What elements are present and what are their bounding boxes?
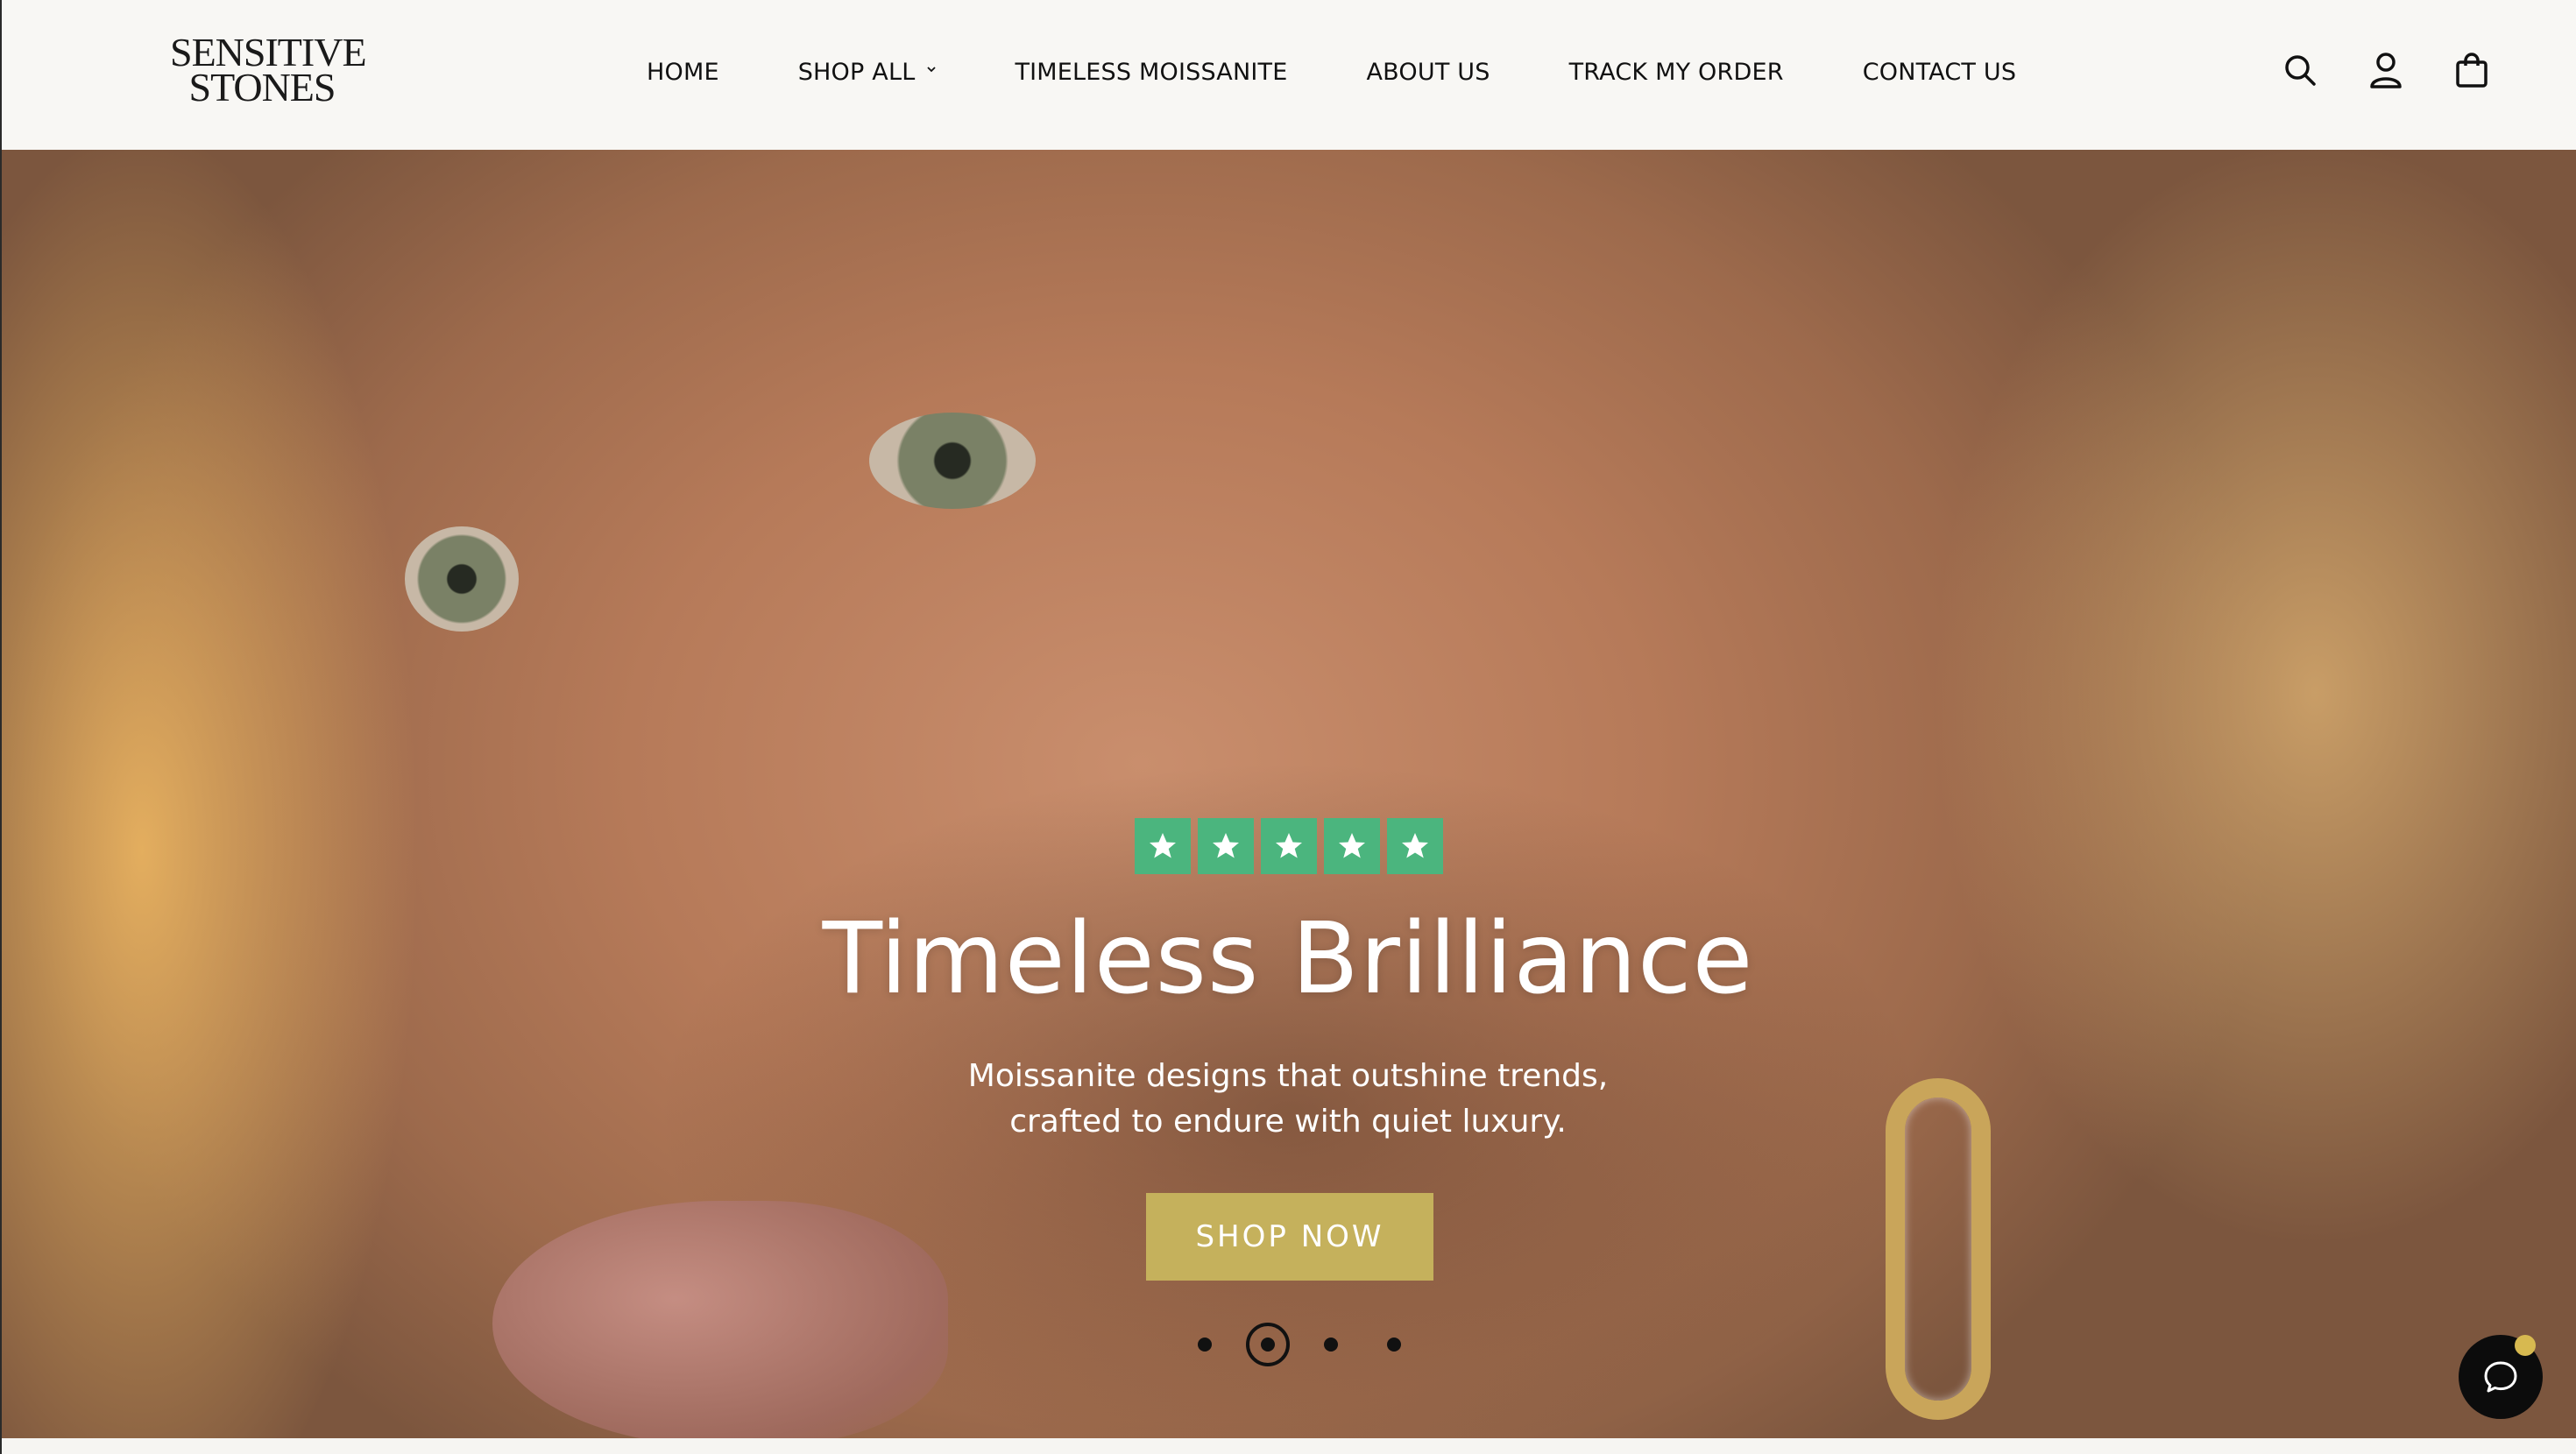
- account-button[interactable]: [2364, 48, 2408, 92]
- star-4: [1324, 818, 1380, 874]
- dot-marker: [1387, 1338, 1401, 1352]
- nav-about-us[interactable]: ABOUT US: [1366, 59, 1490, 86]
- nav-contact-us[interactable]: CONTACT US: [1863, 59, 2017, 86]
- hero-image-eye-left: [405, 526, 519, 632]
- shop-now-button[interactable]: SHOP NOW: [1146, 1193, 1433, 1281]
- hero-subtext: Moissanite designs that outshine trends,…: [0, 1054, 2576, 1145]
- nav-timeless-moissanite-label: TIMELESS MOISSANITE: [1015, 58, 1288, 86]
- star-icon: [1213, 833, 1239, 858]
- brand-logo[interactable]: SENSITIVE STONES: [170, 32, 367, 114]
- hero-image-lips: [492, 1201, 948, 1438]
- star-1: [1135, 818, 1191, 874]
- header-icons: [2278, 48, 2494, 92]
- carousel-dot-4[interactable]: [1372, 1323, 1416, 1366]
- rating-stars: [1135, 818, 1443, 874]
- hero-image-eye-right: [869, 413, 1036, 509]
- carousel-dot-1[interactable]: [1183, 1323, 1227, 1366]
- nav-track-my-order[interactable]: TRACK MY ORDER: [1569, 59, 1784, 86]
- nav-timeless-moissanite[interactable]: TIMELESS MOISSANITE: [1015, 59, 1287, 86]
- dot-marker: [1324, 1338, 1338, 1352]
- star-icon: [1402, 833, 1428, 858]
- account-icon: [2370, 53, 2402, 88]
- carousel-dot-2-active[interactable]: [1246, 1323, 1290, 1366]
- search-icon: [2285, 55, 2316, 86]
- shopping-bag-icon: [2456, 53, 2488, 88]
- logo-line-2: STONES: [188, 65, 336, 109]
- next-section-edge: [0, 1438, 2576, 1454]
- dot-marker: [1198, 1338, 1212, 1352]
- nav-about-us-label: ABOUT US: [1366, 58, 1490, 86]
- hero-headline: Timeless Brilliance: [822, 902, 1754, 1016]
- star-5: [1387, 818, 1443, 874]
- nav-home[interactable]: HOME: [647, 59, 719, 86]
- hero-subtext-line-2: crafted to endure with quiet luxury.: [1009, 1104, 1567, 1140]
- star-icon: [1150, 833, 1176, 858]
- carousel-pagination: [1183, 1323, 1416, 1366]
- carousel-dot-3[interactable]: [1309, 1323, 1353, 1366]
- chat-bubble-icon: [2484, 1361, 2517, 1393]
- chevron-down-icon: [927, 67, 937, 73]
- search-button[interactable]: [2278, 48, 2322, 92]
- star-2: [1198, 818, 1254, 874]
- page: SENSITIVE STONES HOME SHOP ALL TIMELESS …: [0, 0, 2576, 1454]
- main-nav: HOME SHOP ALL TIMELESS MOISSANITE ABOUT …: [647, 54, 2016, 89]
- nav-contact-us-label: CONTACT US: [1862, 58, 2017, 86]
- star-icon: [1339, 833, 1365, 858]
- star-3: [1261, 818, 1317, 874]
- nav-shop-all-label: SHOP ALL: [797, 58, 916, 86]
- site-header: SENSITIVE STONES HOME SHOP ALL TIMELESS …: [0, 0, 2576, 150]
- nav-shop-all[interactable]: SHOP ALL: [798, 59, 937, 86]
- hero-subtext-line-1: Moissanite designs that outshine trends,: [967, 1058, 1609, 1094]
- dot-marker: [1261, 1338, 1275, 1352]
- nav-home-label: HOME: [647, 58, 719, 86]
- star-icon: [1276, 833, 1302, 858]
- cart-button[interactable]: [2450, 48, 2494, 92]
- nav-track-my-order-label: TRACK MY ORDER: [1568, 58, 1784, 86]
- chat-notification-badge: [2515, 1335, 2536, 1356]
